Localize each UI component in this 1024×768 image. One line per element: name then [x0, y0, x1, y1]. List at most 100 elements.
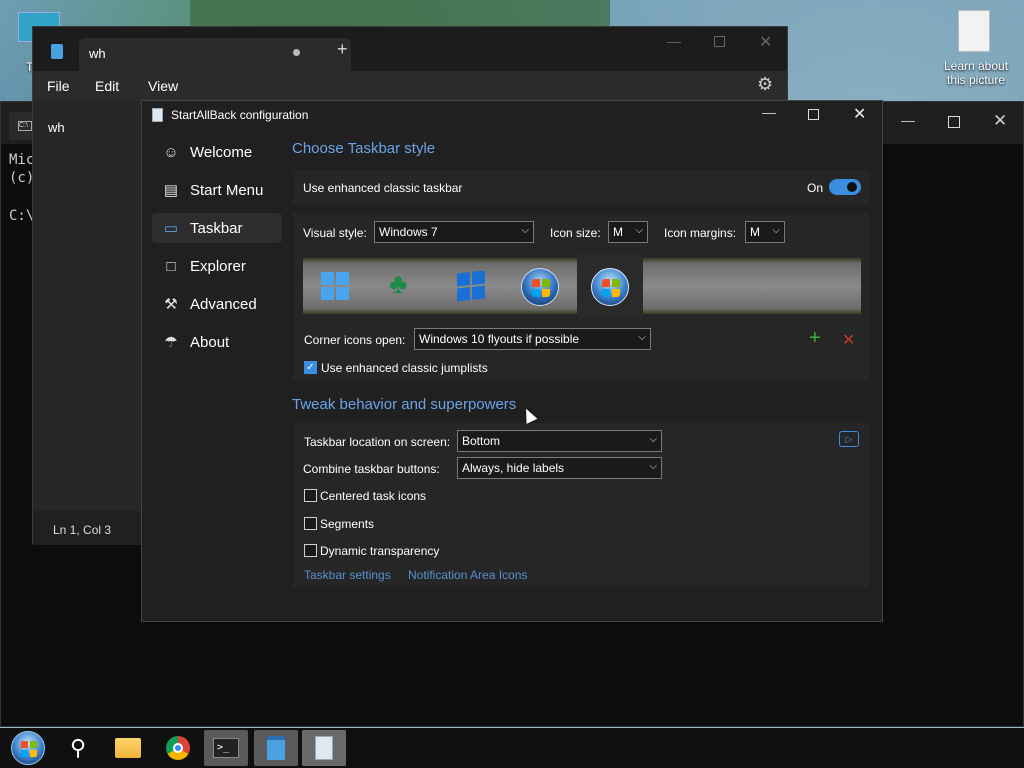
terminal-line-4: C:\	[9, 208, 35, 224]
smiley-icon: ☺	[163, 143, 179, 161]
notepad-tabbar[interactable]: wh + — ✕	[33, 27, 787, 71]
nav-label: Explorer	[190, 257, 246, 275]
jumplists-label: Use enhanced classic jumplists	[321, 361, 488, 375]
nav-item-welcome[interactable]: ☺ Welcome	[152, 137, 282, 167]
windows-vista-style-option[interactable]	[521, 268, 559, 306]
notepad-tab-title: wh	[89, 46, 106, 61]
settings-gear-icon[interactable]: ⚙	[757, 74, 773, 95]
visual-style-label: Visual style:	[303, 226, 367, 240]
combine-buttons-dropdown[interactable]: Always, hide labels ⌵	[457, 457, 662, 479]
chevron-down-icon: ⌵	[649, 434, 657, 445]
menu-edit[interactable]: Edit	[95, 78, 119, 94]
notepad-menubar: File Edit View ⚙	[33, 71, 787, 101]
nav-label: Welcome	[190, 143, 253, 161]
windows-11-style-option[interactable]	[321, 272, 349, 300]
icon-size-dropdown[interactable]: M ⌵	[608, 221, 648, 243]
windows-7-orb-icon	[591, 268, 629, 306]
corner-icons-value: Windows 10 flyouts if possible	[419, 332, 580, 346]
windows-11-logo-icon	[321, 272, 349, 300]
document-icon	[958, 10, 990, 52]
config-titlebar[interactable]: StartAllBack configuration — ✕	[142, 101, 882, 129]
terminal-tab-icon: C:\	[18, 121, 32, 131]
menu-view[interactable]: View	[148, 78, 178, 94]
terminal-taskbar-button[interactable]: >_	[204, 730, 248, 766]
segments-checkbox[interactable]	[304, 517, 317, 530]
corner-icons-dropdown[interactable]: Windows 10 flyouts if possible ⌵	[414, 328, 651, 350]
chrome-button[interactable]	[156, 730, 200, 766]
windows-10-style-option[interactable]	[457, 270, 485, 302]
taskbar-location-label: Taskbar location on screen:	[304, 435, 451, 449]
style-options-panel: Visual style: Windows 7 ⌵ Icon size: M ⌵…	[293, 213, 869, 381]
nav-item-taskbar[interactable]: ▭ Taskbar	[152, 213, 282, 243]
startallback-app-icon	[152, 108, 163, 122]
start-orb-icon	[11, 731, 45, 765]
centered-icons-checkbox[interactable]	[304, 489, 317, 502]
startallback-config-window[interactable]: StartAllBack configuration — ✕ ☺ Welcome…	[141, 100, 883, 622]
enhanced-taskbar-label: Use enhanced classic taskbar	[303, 181, 463, 195]
notepad-taskbar-button[interactable]	[254, 730, 298, 766]
toggle-state-label: On	[807, 181, 824, 195]
visual-style-dropdown[interactable]: Windows 7 ⌵	[374, 221, 534, 243]
nav-item-start-menu[interactable]: ▤ Start Menu	[152, 175, 282, 205]
nav-label: Start Menu	[190, 181, 264, 199]
terminal-close-button[interactable]: ✕	[993, 111, 1007, 131]
menu-file[interactable]: File	[47, 78, 70, 94]
taskbar-settings-link[interactable]: Taskbar settings	[304, 568, 391, 582]
notepad-app-icon	[51, 44, 63, 59]
nav-label: About	[190, 333, 230, 351]
config-close-button[interactable]: ✕	[853, 104, 866, 124]
enhanced-taskbar-row: Use enhanced classic taskbar On	[293, 170, 869, 205]
windows-7-style-option[interactable]	[577, 254, 643, 318]
icon-margins-label: Icon margins:	[664, 226, 737, 240]
vista-orb-icon	[521, 268, 559, 306]
visual-style-value: Windows 7	[379, 225, 438, 239]
taskbar-location-dropdown[interactable]: Bottom ⌵	[457, 430, 662, 452]
enhanced-taskbar-toggle[interactable]	[829, 179, 861, 195]
learn-about-label-1: Learn about	[943, 59, 1009, 73]
new-tab-button[interactable]: +	[337, 39, 348, 60]
nav-item-explorer[interactable]: □ Explorer	[152, 251, 282, 281]
chevron-down-icon: ⌵	[638, 332, 646, 343]
nav-label: Taskbar	[190, 219, 243, 237]
startallback-taskbar-button[interactable]	[302, 730, 346, 766]
notepad-minimize-button[interactable]: —	[667, 33, 681, 49]
icon-margins-value: M	[750, 225, 760, 239]
start-button[interactable]	[6, 730, 50, 766]
notepad-close-button[interactable]: ✕	[759, 32, 772, 52]
config-window-title: StartAllBack configuration	[171, 108, 309, 122]
config-maximize-button[interactable]	[808, 109, 819, 120]
windows-taskbar: ⚲ >_	[0, 728, 1024, 768]
config-minimize-button[interactable]: —	[762, 104, 776, 120]
add-plus-icon[interactable]: +	[809, 327, 821, 350]
corner-icons-label: Corner icons open:	[304, 333, 406, 347]
wrench-icon: ⚒	[164, 296, 178, 313]
terminal-maximize-button[interactable]	[948, 116, 960, 128]
terminal-minimize-button[interactable]: —	[901, 112, 915, 128]
learn-about-picture-desktop-icon[interactable]: Learn about this picture	[936, 8, 1016, 90]
about-icon: ☂	[164, 334, 178, 351]
file-explorer-button[interactable]	[106, 730, 150, 766]
notepad-maximize-button[interactable]	[714, 36, 725, 47]
jumplists-checkbox[interactable]: ✓	[304, 361, 317, 374]
taskbar-icon: ▭	[163, 220, 179, 237]
nav-item-about[interactable]: ☂ About	[152, 327, 282, 357]
dynamic-transparency-label: Dynamic transparency	[320, 544, 440, 558]
notepad-tab[interactable]: wh	[79, 38, 351, 71]
windows-clover-style-option[interactable]: ♣	[389, 268, 417, 300]
file-explorer-icon	[115, 738, 141, 758]
dynamic-transparency-checkbox[interactable]	[304, 544, 317, 557]
icon-size-value: M	[613, 225, 623, 239]
search-button[interactable]: ⚲	[56, 730, 100, 766]
nav-label: Advanced	[190, 295, 257, 313]
style-section-title: Choose Taskbar style	[292, 140, 436, 157]
windows-10-logo-icon	[457, 270, 485, 302]
icon-size-label: Icon size:	[550, 226, 601, 240]
remove-x-icon[interactable]: ✕	[842, 330, 855, 350]
icon-margins-dropdown[interactable]: M ⌵	[745, 221, 785, 243]
nav-item-advanced[interactable]: ⚒ Advanced	[152, 289, 282, 319]
tweak-section-title: Tweak behavior and superpowers	[292, 396, 517, 413]
notification-area-icons-link[interactable]: Notification Area Icons	[408, 568, 527, 582]
combine-buttons-label: Combine taskbar buttons:	[303, 462, 440, 476]
video-tutorial-icon[interactable]: ▷	[839, 431, 859, 447]
centered-icons-label: Centered task icons	[320, 489, 427, 503]
